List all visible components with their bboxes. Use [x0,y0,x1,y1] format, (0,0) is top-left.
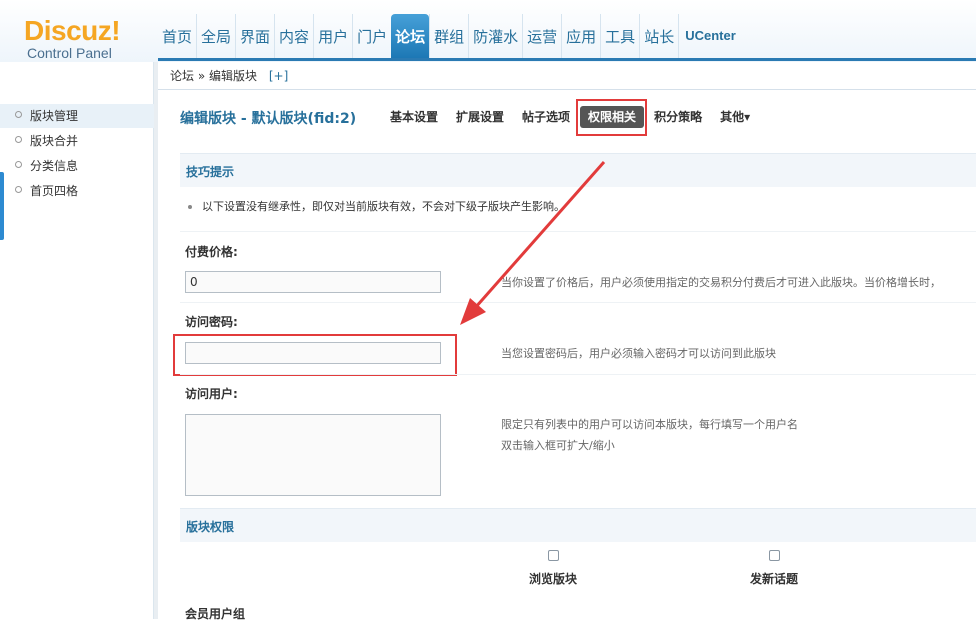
sidebar-item-forum-manage[interactable]: 版块管理 [0,104,154,128]
password-note: 当您设置密码后，用户必须输入密码才可以访问到此版块 [501,347,776,360]
tab-highlight-box [576,99,647,136]
sidebar-item-forum-merge[interactable]: 版块合并 [0,129,154,153]
discuz-logo[interactable]: Discuz! Control Panel [24,15,134,62]
nav-home[interactable]: 首页 [158,14,196,58]
permissions-title: 版块权限 [186,520,235,534]
users-textarea[interactable] [185,414,441,496]
perm-column-post: 发新话题 [734,550,814,587]
tab-credits[interactable]: 积分策略 [646,106,710,128]
breadcrumb: 论坛 » 编辑版块 [+] [158,62,976,90]
main-content: 编辑版块 - 默认版块(fid:2) 基本设置 扩展设置 帖子选项 权限相关 积… [158,90,976,621]
sidebar-item-label: 版块管理 [30,109,79,123]
bullet-icon [15,161,22,168]
nav-users[interactable]: 用户 [313,14,352,58]
tab-other[interactable]: 其他▾ [712,106,758,128]
sidebar-item-label: 首页四格 [30,184,79,198]
post-thread-checkbox[interactable] [768,550,780,561]
nav-groups[interactable]: 群组 [429,14,468,58]
price-label: 付费价格: [185,245,238,259]
breadcrumb-forum[interactable]: 论坛 [170,69,194,83]
bullet-icon [15,136,22,143]
bullet-icon [15,111,22,118]
sidebar: 版块管理 版块合并 分类信息 首页四格 [0,62,154,619]
perm-label-view: 浏览版块 [528,572,577,586]
header: Discuz! Control Panel 首页 全局 界面 内容 用户 门户 … [0,0,976,62]
tips-title: 技巧提示 [186,165,235,179]
nav-operations[interactable]: 运营 [522,14,561,58]
view-forum-checkbox[interactable] [547,550,559,561]
password-label: 访问密码: [185,315,238,329]
logo-main-text: Discuz! [24,15,121,46]
row-divider [180,302,976,303]
users-note: 限定只有列表中的用户可以访问本版块，每行填写一个用户名 [501,418,798,431]
users-label: 访问用户: [185,387,238,401]
tip-text-line: 以下设置没有继承性，即仅对当前版块有效，不会对下级子版块产生影响。 [188,198,565,214]
users-note-resize: 双击输入框可扩大/缩小 [501,439,615,452]
tab-bar: 基本设置 扩展设置 帖子选项 权限相关 积分策略 其他▾ [382,106,758,128]
bullet-icon [188,205,192,209]
breadcrumb-separator: » [197,69,206,83]
nav-forum[interactable]: 论坛 [391,14,430,58]
row-divider [180,374,976,375]
nav-apps[interactable]: 应用 [561,14,600,58]
tab-basic[interactable]: 基本设置 [382,106,446,128]
tips-section-bar: 技巧提示 [180,153,976,187]
sidebar-item-label: 分类信息 [30,159,79,173]
top-navigation: 首页 全局 界面 内容 用户 门户 论坛 群组 防灌水 运营 应用 工具 站长 … [158,14,742,58]
nav-global[interactable]: 全局 [196,14,235,58]
sidebar-item-grid[interactable]: 首页四格 [0,179,154,203]
sidebar-item-threadtypes[interactable]: 分类信息 [0,154,154,178]
price-input[interactable]: 0 [185,271,441,293]
member-group-label: 会员用户组 [185,607,246,621]
nav-antispam[interactable]: 防灌水 [468,14,522,58]
row-divider [180,231,976,232]
nav-content[interactable]: 内容 [274,14,313,58]
nav-interface[interactable]: 界面 [235,14,274,58]
tab-post-options[interactable]: 帖子选项 [514,106,578,128]
nav-webmaster[interactable]: 站长 [639,14,678,58]
nav-ucenter[interactable]: UCenter [678,14,742,58]
nav-tools[interactable]: 工具 [600,14,639,58]
price-note: 当你设置了价格后，用户必须使用指定的交易积分付费后才可进入此版块。当价格增长时， [501,276,941,289]
bullet-icon [15,186,22,193]
nav-underline [158,58,976,61]
logo-sub-text: Control Panel [27,45,112,61]
tip-text: 以下设置没有继承性，即仅对当前版块有效，不会对下级子版块产生影响。 [202,200,565,213]
sidebar-item-label: 版块合并 [30,134,79,148]
perm-column-view: 浏览版块 [513,550,593,587]
nav-portal[interactable]: 门户 [352,14,391,58]
sidebar-toggle-handle[interactable] [0,172,4,240]
perm-label-post: 发新话题 [749,572,798,586]
password-highlight-box [173,334,457,376]
add-shortcut-button[interactable]: [+] [269,69,288,83]
breadcrumb-current: 编辑版块 [209,69,258,83]
tab-extended[interactable]: 扩展设置 [448,106,512,128]
page-title: 编辑版块 - 默认版块(fid:2) [180,111,357,127]
permissions-section-bar: 版块权限 [180,508,976,542]
